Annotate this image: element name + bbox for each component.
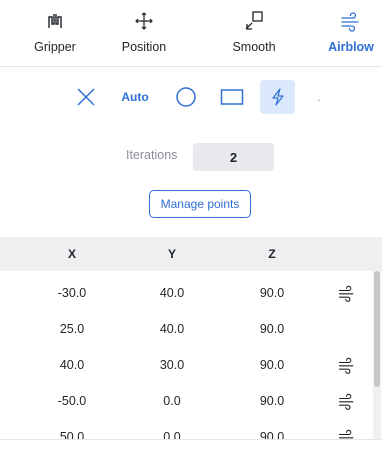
cell-y: 0.0 [163, 394, 181, 408]
table-row[interactable]: -50.0 0.0 90.0 [0, 383, 372, 419]
rectangle-shape-button[interactable] [218, 80, 246, 114]
column-header-y: Y [167, 247, 176, 261]
table-row[interactable]: 50.0 0.0 90.0 [0, 419, 372, 439]
lightning-icon [271, 88, 284, 106]
wind-icon [338, 429, 354, 439]
manage-points-button[interactable]: Manage points [149, 190, 251, 218]
dot-marker: . [317, 90, 321, 104]
iterations-field[interactable]: 2 [193, 143, 274, 171]
auto-button[interactable]: Auto [117, 80, 153, 114]
circle-icon [176, 87, 196, 107]
x-icon [77, 88, 95, 106]
column-header-x: X [67, 247, 76, 261]
cell-x: 40.0 [59, 358, 85, 372]
tab-label: Position [121, 40, 167, 54]
tab-gripper[interactable]: Gripper [9, 0, 101, 66]
wind-icon [338, 393, 354, 410]
table-scrollbar-thumb[interactable] [374, 271, 380, 387]
auto-label: Auto [121, 90, 149, 104]
lightning-shape-button[interactable] [260, 80, 295, 114]
iterations-label: Iterations [126, 148, 178, 162]
circle-shape-button[interactable] [170, 80, 202, 114]
tab-label: Airblow [328, 40, 374, 54]
smooth-corner-icon [245, 11, 263, 30]
tab-airblow[interactable]: Airblow [305, 0, 382, 66]
wind-icon [338, 357, 354, 374]
divider [0, 439, 382, 440]
table-row[interactable]: 25.0 40.0 90.0 [0, 311, 372, 347]
cell-x: -50.0 [57, 394, 87, 408]
tab-smooth[interactable]: Smooth [208, 0, 300, 66]
tab-label: Gripper [34, 40, 76, 54]
cell-x: 50.0 [59, 430, 85, 439]
cell-x: 25.0 [59, 322, 85, 336]
tab-position[interactable]: Position [98, 0, 190, 66]
mode-tabs: Gripper Position Smooth Airblow [0, 0, 382, 67]
gripper-icon [48, 14, 62, 28]
clear-button[interactable] [72, 80, 100, 114]
table-row[interactable]: 40.0 30.0 90.0 [0, 347, 372, 383]
rectangle-icon [220, 89, 244, 105]
table-row[interactable]: -30.0 40.0 90.0 [0, 275, 372, 311]
cell-z: 90.0 [259, 394, 285, 408]
cell-z: 90.0 [259, 286, 285, 300]
cell-x: -30.0 [57, 286, 87, 300]
table-header: X Y Z [0, 237, 382, 271]
cell-y: 40.0 [159, 322, 185, 336]
column-header-z: Z [268, 247, 276, 261]
cell-z: 90.0 [259, 322, 285, 336]
tab-label: Smooth [232, 40, 276, 54]
cell-y: 40.0 [159, 286, 185, 300]
points-table: -30.0 40.0 90.0 25.0 40.0 90.0 40.0 30.0… [0, 271, 382, 439]
move-arrows-icon [135, 12, 153, 30]
cell-z: 90.0 [259, 430, 285, 439]
cell-y: 30.0 [159, 358, 185, 372]
shape-toolbar: Auto . [0, 80, 382, 114]
cell-y: 0.0 [163, 430, 181, 439]
wind-icon [341, 12, 359, 32]
cell-z: 90.0 [259, 358, 285, 372]
wind-icon [338, 285, 354, 302]
